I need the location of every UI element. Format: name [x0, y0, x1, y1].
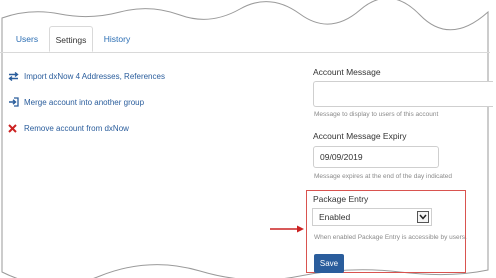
import-action-label: Import dxNow 4 Addresses, References	[24, 71, 165, 81]
package-entry-label: Package Entry	[313, 194, 369, 204]
account-message-expiry-help: Message expires at the end of the day in…	[314, 173, 453, 180]
package-entry-help: When enabled Package Entry is accessible…	[314, 234, 467, 241]
tab-bar: Users Settings History	[0, 26, 496, 52]
account-message-expiry-input[interactable]: 09/09/2019	[313, 146, 439, 168]
close-x-icon	[8, 123, 22, 133]
save-button[interactable]: Save	[314, 254, 344, 273]
account-message-label: Account Message	[313, 67, 381, 77]
account-message-expiry-label: Account Message Expiry	[313, 131, 407, 141]
remove-action-label: Remove account from dxNow	[24, 123, 129, 133]
package-entry-selected-value: Enabled	[319, 212, 351, 222]
remove-action-link[interactable]: Remove account from dxNow	[8, 121, 129, 135]
account-message-help: Message to display to users of this acco…	[314, 111, 439, 118]
tab-settings[interactable]: Settings	[49, 26, 93, 52]
merge-action-label: Merge account into another group	[24, 97, 145, 107]
tab-history[interactable]: History	[97, 26, 137, 52]
red-arrow-icon	[270, 225, 304, 233]
chevron-down-icon[interactable]	[417, 211, 429, 223]
tab-users[interactable]: Users	[8, 26, 46, 52]
swap-arrows-icon	[8, 71, 22, 81]
merge-action-link[interactable]: Merge account into another group	[8, 95, 144, 109]
import-action-link[interactable]: Import dxNow 4 Addresses, References	[8, 69, 165, 83]
account-message-input[interactable]	[313, 81, 493, 107]
sign-in-icon	[8, 97, 22, 107]
package-entry-select[interactable]: Enabled	[312, 208, 432, 226]
